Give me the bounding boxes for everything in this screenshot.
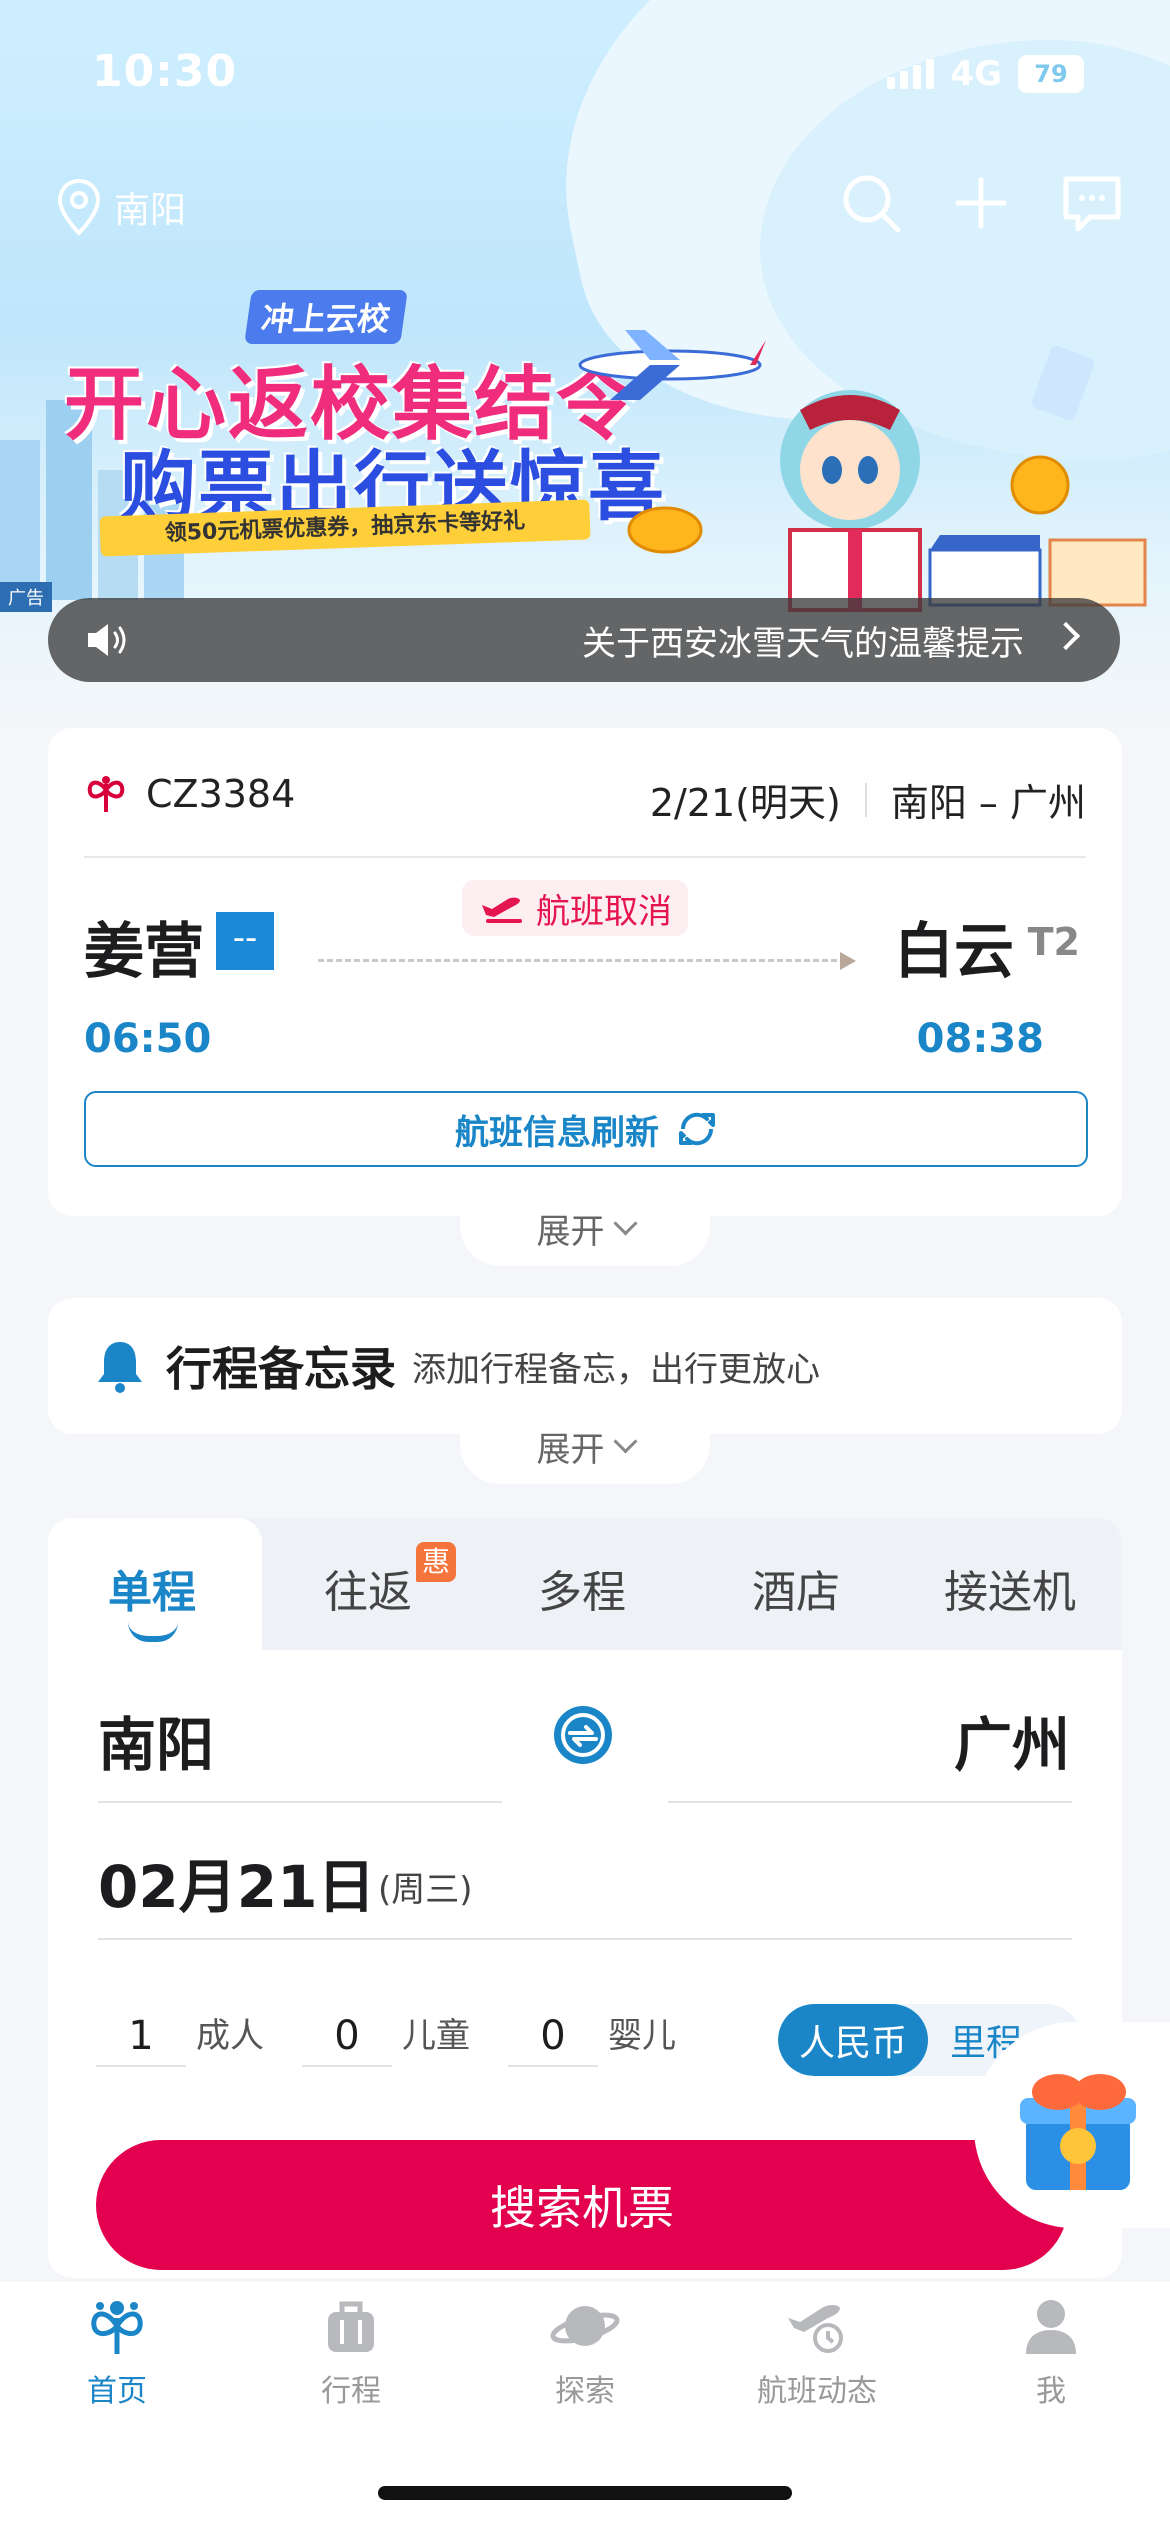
- separator: [864, 782, 867, 817]
- flight-status-text: 航班取消: [536, 891, 672, 932]
- planet-icon: [550, 2306, 620, 2346]
- memo-expand-button[interactable]: 展开: [460, 1408, 710, 1484]
- nav-profile[interactable]: 我: [956, 2296, 1146, 2410]
- arrival-airport: 白云: [894, 917, 1014, 987]
- refresh-flight-button[interactable]: 航班信息刷新: [84, 1091, 1088, 1167]
- nav-flight-status-label: 航班动态: [757, 2374, 877, 2409]
- flight-search-card: 单程 往返 惠 多程 酒店 接送机 南阳 广州 02月21日 (周三) 1 成人…: [48, 1518, 1122, 2278]
- hero-banner-area: 10:30 4G 79 南阳 冲上云校 开心返校集结令 购票出行送惊喜 领50元…: [0, 0, 1170, 730]
- arrival-city[interactable]: 广州: [954, 1698, 1070, 1782]
- tab-airport-transfer[interactable]: 接送机: [944, 1556, 1076, 1620]
- route-dashed-line: [318, 959, 846, 962]
- memo-subtitle: 添加行程备忘，出行更放心: [412, 1349, 820, 1390]
- gift-box-icon: [1020, 2074, 1136, 2190]
- arrival-terminal: T2: [1027, 920, 1080, 964]
- location-city: 南阳: [114, 190, 187, 231]
- child-label: 儿童: [402, 2016, 470, 2056]
- search-flights-button[interactable]: 搜索机票: [96, 2140, 1068, 2270]
- arrival-time: 08:38: [916, 1016, 1044, 1062]
- coin-illustration: [627, 506, 703, 554]
- divider: [98, 1801, 502, 1803]
- departure-airport: 姜营: [84, 917, 204, 987]
- tab-hotel[interactable]: 酒店: [752, 1556, 840, 1620]
- coin-illustration-2: [1010, 455, 1070, 515]
- departure-terminal-badge: --: [216, 912, 274, 970]
- plane-cancel-icon: [482, 897, 522, 923]
- location-pin-icon: [57, 178, 101, 236]
- departure-date[interactable]: 02月21日: [98, 1840, 375, 1924]
- home-indicator: [378, 2486, 792, 2500]
- tab-multi-city[interactable]: 多程: [538, 1556, 626, 1620]
- message-icon[interactable]: [1060, 173, 1124, 233]
- bell-icon: [98, 1342, 142, 1393]
- adult-count-selector[interactable]: 1 成人: [96, 2008, 264, 2067]
- chevron-down-icon: [612, 1428, 638, 1454]
- nav-explore[interactable]: 探索: [490, 2296, 680, 2410]
- expand-label: 展开: [536, 1429, 605, 1470]
- chevron-right-icon: [1051, 621, 1081, 651]
- refresh-icon: [679, 1112, 715, 1146]
- child-count[interactable]: 0: [302, 2013, 392, 2067]
- floating-gift-button[interactable]: [974, 2022, 1170, 2228]
- divider: [84, 856, 1086, 858]
- flight-expand-button[interactable]: 展开: [460, 1190, 710, 1266]
- header-actions: [840, 172, 1124, 234]
- signal-icon: [887, 59, 935, 89]
- child-count-selector[interactable]: 0 儿童: [302, 2008, 470, 2067]
- status-indicators: 4G 79: [887, 54, 1084, 94]
- nav-home-label: 首页: [87, 2374, 147, 2409]
- plane-status-icon: [788, 2305, 843, 2353]
- chevron-down-icon: [612, 1210, 638, 1236]
- notice-bar[interactable]: 关于西安冰雪天气的温馨提示: [48, 598, 1120, 682]
- adult-count[interactable]: 1: [96, 2013, 186, 2067]
- speaker-icon: [88, 624, 126, 656]
- status-time: 10:30: [92, 46, 238, 97]
- network-type: 4G: [950, 54, 1002, 94]
- flight-status-badge: 航班取消: [462, 880, 688, 936]
- banner-tag: 冲上云校: [244, 290, 408, 344]
- nav-flight-status[interactable]: 航班动态: [722, 2296, 912, 2410]
- nav-trips[interactable]: 行程: [256, 2296, 446, 2410]
- nav-home[interactable]: 首页: [22, 2296, 212, 2410]
- flight-number-row: CZ3384: [84, 772, 295, 816]
- luggage-icon: [328, 2301, 374, 2352]
- route-arrow-icon: [840, 952, 856, 970]
- search-icon[interactable]: [840, 172, 902, 234]
- infant-count-selector[interactable]: 0 婴儿: [508, 2008, 676, 2067]
- flight-date-route: 2/21(明天) 南阳 – 广州: [650, 772, 1086, 827]
- expand-label: 展开: [536, 1211, 605, 1252]
- flight-card[interactable]: CZ3384 2/21(明天) 南阳 – 广州 姜营 -- 航班取消 白云 T2…: [48, 728, 1122, 1216]
- battery-icon: 79: [1018, 55, 1084, 93]
- nav-explore-label: 探索: [555, 2374, 615, 2409]
- adult-label: 成人: [196, 2016, 264, 2056]
- location-selector[interactable]: 南阳: [56, 178, 186, 236]
- envelope-illustration: [1031, 345, 1095, 421]
- tab-one-way[interactable]: 单程: [108, 1556, 196, 1620]
- nav-trips-label: 行程: [321, 2374, 381, 2409]
- currency-rmb-option[interactable]: 人民币: [778, 2004, 928, 2076]
- airline-logo-icon: [87, 776, 125, 813]
- add-icon[interactable]: [954, 176, 1008, 230]
- tab-round-trip[interactable]: 往返: [324, 1556, 412, 1620]
- infant-label: 婴儿: [608, 2016, 676, 2056]
- ad-label: 广告: [0, 582, 52, 612]
- infant-count[interactable]: 0: [508, 2013, 598, 2067]
- nav-profile-label: 我: [1036, 2374, 1066, 2409]
- departure-time: 06:50: [84, 1016, 212, 1062]
- refresh-label: 航班信息刷新: [455, 1112, 659, 1153]
- discount-badge: 惠: [416, 1542, 457, 1582]
- divider: [98, 1938, 1072, 1940]
- notice-text: 关于西安冰雪天气的温馨提示: [582, 623, 1024, 664]
- departure-city[interactable]: 南阳: [98, 1698, 214, 1782]
- flight-date: 2/21(明天): [649, 781, 841, 825]
- swap-cities-icon[interactable]: [552, 1704, 614, 1766]
- person-icon: [1026, 2300, 1076, 2354]
- divider: [668, 1801, 1072, 1803]
- memo-title: 行程备忘录: [166, 1342, 396, 1396]
- flight-route: 南阳 – 广州: [890, 781, 1086, 825]
- home-logo-icon: [91, 2301, 143, 2354]
- flight-number: CZ3384: [146, 772, 296, 816]
- departure-weekday: (周三): [378, 1870, 473, 1910]
